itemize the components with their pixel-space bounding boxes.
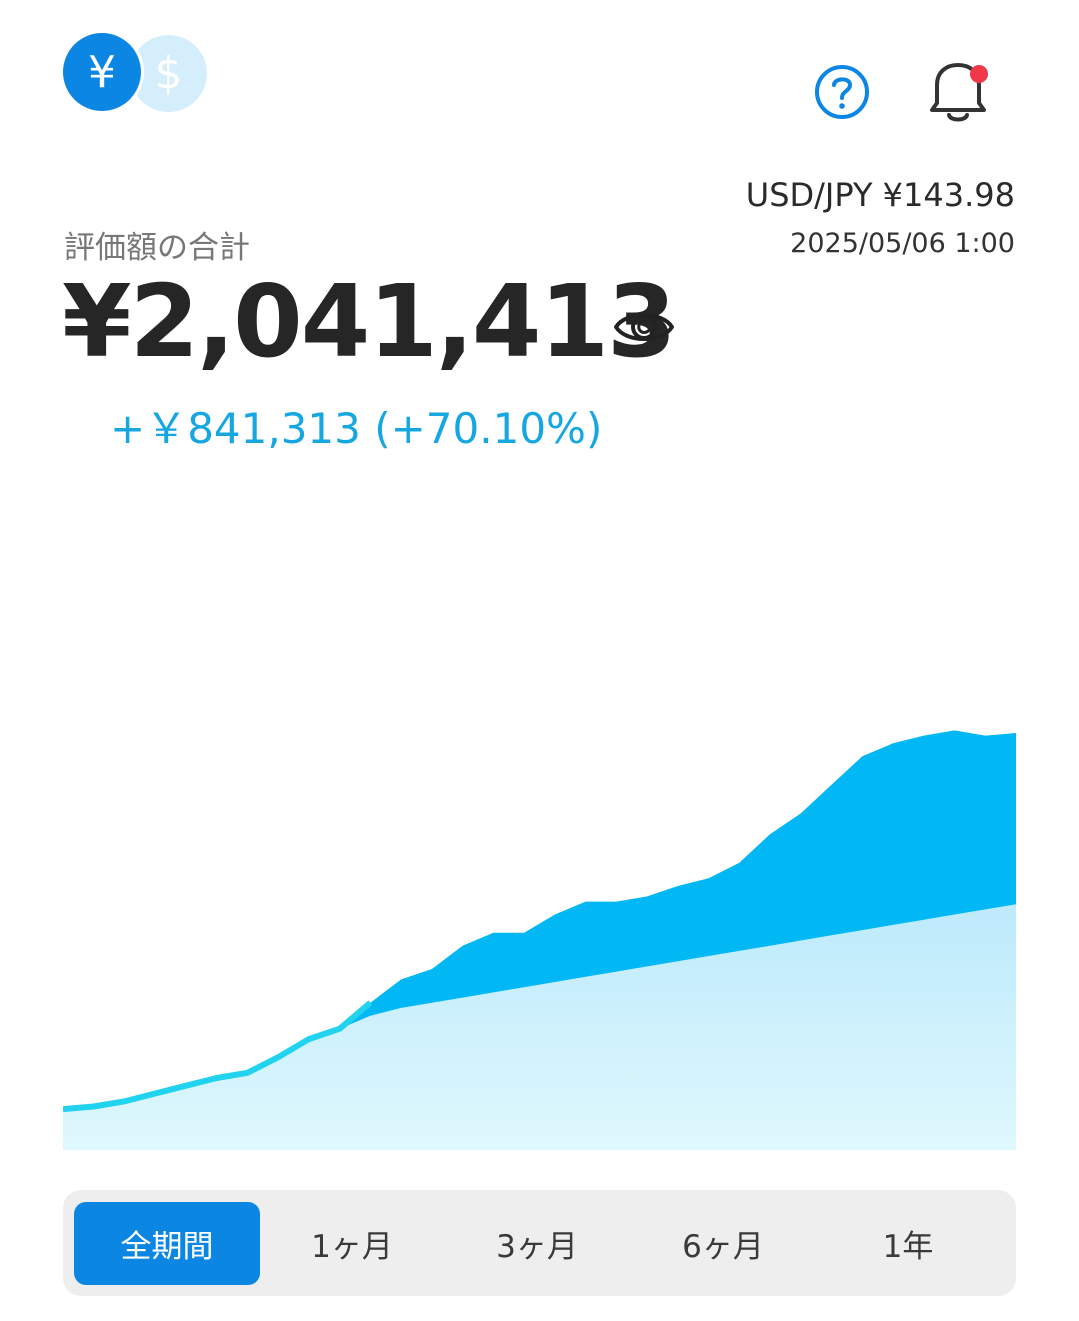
dollar-icon: $ (154, 48, 183, 99)
portfolio-chart (63, 730, 1016, 1150)
total-value-label: 評価額の合計 (64, 230, 250, 266)
question-circle-icon[interactable] (813, 63, 871, 121)
period-tab-6m[interactable]: 6ヶ月 (630, 1202, 816, 1285)
period-tab-1m[interactable]: 1ヶ月 (259, 1202, 445, 1285)
bell-icon[interactable] (922, 58, 994, 126)
yen-icon: ¥ (88, 46, 116, 98)
jpy-currency-button[interactable]: ¥ (63, 33, 141, 111)
exchange-rate: USD/JPY ¥143.98 (745, 176, 1015, 214)
period-tab-all[interactable]: 全期間 (74, 1202, 260, 1285)
notification-dot (970, 65, 988, 83)
total-value: ¥2,041,413 (62, 263, 677, 380)
gain-amount: +￥841,313 (+70.10%) (110, 404, 603, 453)
usd-currency-button[interactable]: $ (130, 35, 207, 112)
rate-timestamp: 2025/05/06 1:00 (790, 228, 1015, 259)
period-tab-3m[interactable]: 3ヶ月 (444, 1202, 630, 1285)
period-selector: 全期間 1ヶ月 3ヶ月 6ヶ月 1年 (63, 1190, 1016, 1296)
period-tab-1y[interactable]: 1年 (815, 1202, 1001, 1285)
eye-icon[interactable] (613, 305, 675, 349)
